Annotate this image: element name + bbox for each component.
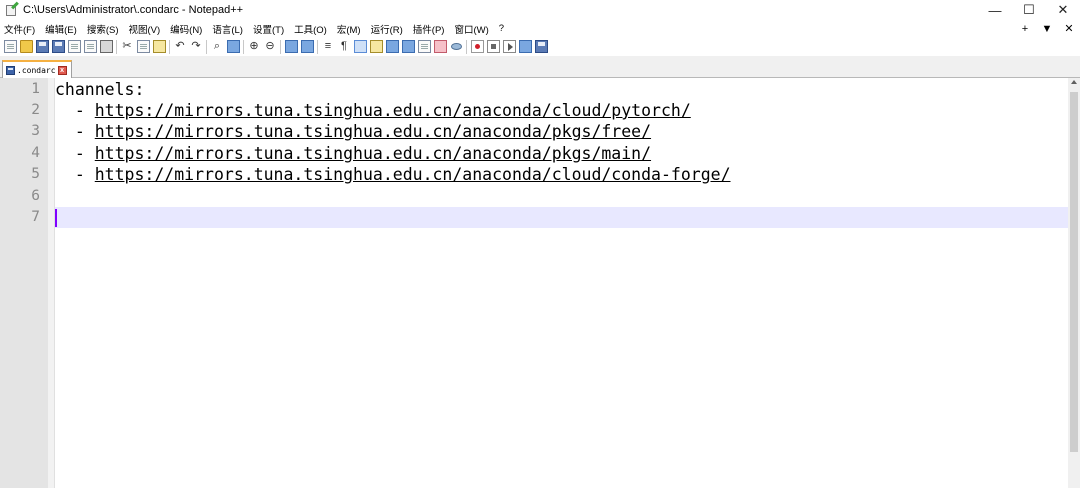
redo-icon[interactable]: ↷ [190, 40, 203, 53]
saved-file-icon [6, 65, 15, 75]
function-list-icon[interactable] [401, 40, 415, 53]
menu-tools[interactable]: 工具(O) [289, 22, 332, 36]
show-all-chars-icon[interactable]: ¶ [338, 40, 351, 53]
paste-icon[interactable] [152, 40, 166, 53]
window-title: C:\Users\Administrator\.condarc - Notepa… [23, 4, 244, 16]
save-icon[interactable] [35, 40, 49, 53]
channel-url-link[interactable]: https://mirrors.tuna.tsinghua.edu.cn/ana… [95, 101, 691, 120]
list-dash: - [55, 122, 95, 141]
toolbar-divider [280, 39, 281, 54]
minimize-button[interactable]: — [978, 0, 1012, 20]
line-number: 2 [31, 102, 40, 118]
list-dash: - [55, 144, 95, 163]
stop-macro-icon[interactable] [486, 40, 500, 53]
sync-horizontal-icon[interactable] [300, 40, 314, 53]
line-number: 5 [31, 166, 40, 182]
window-controls: — ☐ ✕ [978, 0, 1080, 20]
sync-vertical-icon[interactable] [284, 40, 298, 53]
line-number: 6 [31, 188, 40, 204]
current-line-highlight [55, 207, 1068, 228]
maximize-button[interactable]: ☐ [1012, 0, 1046, 20]
record-macro-icon[interactable] [470, 40, 484, 53]
scroll-up-icon[interactable] [1071, 80, 1077, 84]
chevron-down-icon[interactable]: ▼ [1036, 23, 1058, 35]
menu-file[interactable]: 文件(F) [0, 22, 40, 36]
play-macro-icon[interactable] [502, 40, 516, 53]
document-map-icon[interactable] [385, 40, 399, 53]
menu-language[interactable]: 语言(L) [207, 22, 248, 36]
menu-macro[interactable]: 宏(M) [332, 22, 366, 36]
eye-icon[interactable] [449, 40, 463, 53]
menu-encoding[interactable]: 编码(N) [165, 22, 207, 36]
code-line[interactable]: - https://mirrors.tuna.tsinghua.edu.cn/a… [55, 143, 651, 164]
save-macro-icon[interactable] [534, 40, 548, 53]
open-file-icon[interactable] [19, 40, 33, 53]
menu-run[interactable]: 运行(R) [366, 22, 408, 36]
toolbar-divider [116, 39, 117, 54]
list-dash: - [55, 165, 95, 184]
toolbar-divider [317, 39, 318, 54]
close-all-icon[interactable] [83, 40, 97, 53]
menu-right-controls: + ▼ ✕ [1014, 20, 1080, 37]
toolbar-divider [169, 39, 170, 54]
line-number: 3 [31, 123, 40, 139]
folder-workspace-icon[interactable] [417, 40, 431, 53]
close-file-icon[interactable] [67, 40, 81, 53]
zoom-in-icon[interactable]: ⊕ [248, 40, 261, 53]
find-icon[interactable]: ⌕ [211, 40, 224, 53]
menu-search[interactable]: 搜索(S) [82, 22, 124, 36]
menu-settings[interactable]: 设置(T) [248, 22, 289, 36]
line-number: 1 [31, 81, 40, 97]
menu-help[interactable]: ? [494, 23, 509, 34]
line-number: 4 [31, 145, 40, 161]
yaml-key: channels: [55, 80, 145, 99]
text-caret [55, 209, 57, 227]
toolbar: ✂ ↶ ↷ ⌕ ⊕ ⊖ ≡ ¶ [0, 37, 1080, 56]
menu-plugins[interactable]: 插件(P) [408, 22, 450, 36]
channel-url-link[interactable]: https://mirrors.tuna.tsinghua.edu.cn/ana… [95, 144, 651, 163]
print-icon[interactable] [99, 40, 113, 53]
title-bar: C:\Users\Administrator\.condarc - Notepa… [0, 0, 1080, 20]
toolbar-divider [206, 39, 207, 54]
replace-icon[interactable] [226, 40, 240, 53]
close-icon[interactable]: x [57, 65, 67, 75]
code-line[interactable]: - https://mirrors.tuna.tsinghua.edu.cn/a… [55, 121, 651, 142]
channel-url-link[interactable]: https://mirrors.tuna.tsinghua.edu.cn/ana… [95, 122, 651, 141]
menu-view[interactable]: 视图(V) [123, 22, 165, 36]
editor[interactable]: 1 2 3 4 5 6 7 channels: - https://mirror… [0, 78, 1068, 488]
run-macro-multiple-icon[interactable] [518, 40, 532, 53]
vertical-scrollbar[interactable] [1068, 78, 1080, 488]
user-language-icon[interactable] [369, 40, 383, 53]
notepad-plus-plus-icon [6, 1, 19, 16]
indent-guide-icon[interactable] [353, 40, 367, 53]
cut-icon[interactable]: ✂ [121, 40, 134, 53]
menu-edit[interactable]: 编辑(E) [40, 22, 82, 36]
close-tab-icon[interactable]: ✕ [1058, 22, 1080, 35]
toolbar-divider [466, 39, 467, 54]
channel-url-link[interactable]: https://mirrors.tuna.tsinghua.edu.cn/ana… [95, 165, 731, 184]
code-line[interactable]: - https://mirrors.tuna.tsinghua.edu.cn/a… [55, 100, 691, 121]
line-number: 7 [31, 209, 40, 225]
menu-bar: 文件(F) 编辑(E) 搜索(S) 视图(V) 编码(N) 语言(L) 设置(T… [0, 20, 1080, 37]
toolbar-divider [243, 39, 244, 54]
tab-condarc[interactable]: .condarc x [2, 60, 72, 78]
code-line[interactable]: - https://mirrors.tuna.tsinghua.edu.cn/a… [55, 164, 731, 185]
close-button[interactable]: ✕ [1046, 0, 1080, 20]
scrollbar-thumb[interactable] [1070, 92, 1078, 452]
save-all-icon[interactable] [51, 40, 65, 53]
fold-margin [48, 78, 55, 488]
line-number-gutter: 1 2 3 4 5 6 7 [0, 78, 48, 488]
plus-icon[interactable]: + [1014, 23, 1036, 35]
tab-bar: .condarc x [0, 56, 1080, 78]
list-dash: - [55, 101, 95, 120]
undo-icon[interactable]: ↶ [174, 40, 187, 53]
word-wrap-icon[interactable]: ≡ [322, 40, 335, 53]
monitoring-icon[interactable] [433, 40, 447, 53]
code-line[interactable]: channels: [55, 79, 144, 100]
menu-window[interactable]: 窗口(W) [449, 22, 493, 36]
tab-label: .condarc [17, 65, 56, 75]
zoom-out-icon[interactable]: ⊖ [264, 40, 277, 53]
new-file-icon[interactable] [3, 40, 17, 53]
copy-icon[interactable] [136, 40, 150, 53]
